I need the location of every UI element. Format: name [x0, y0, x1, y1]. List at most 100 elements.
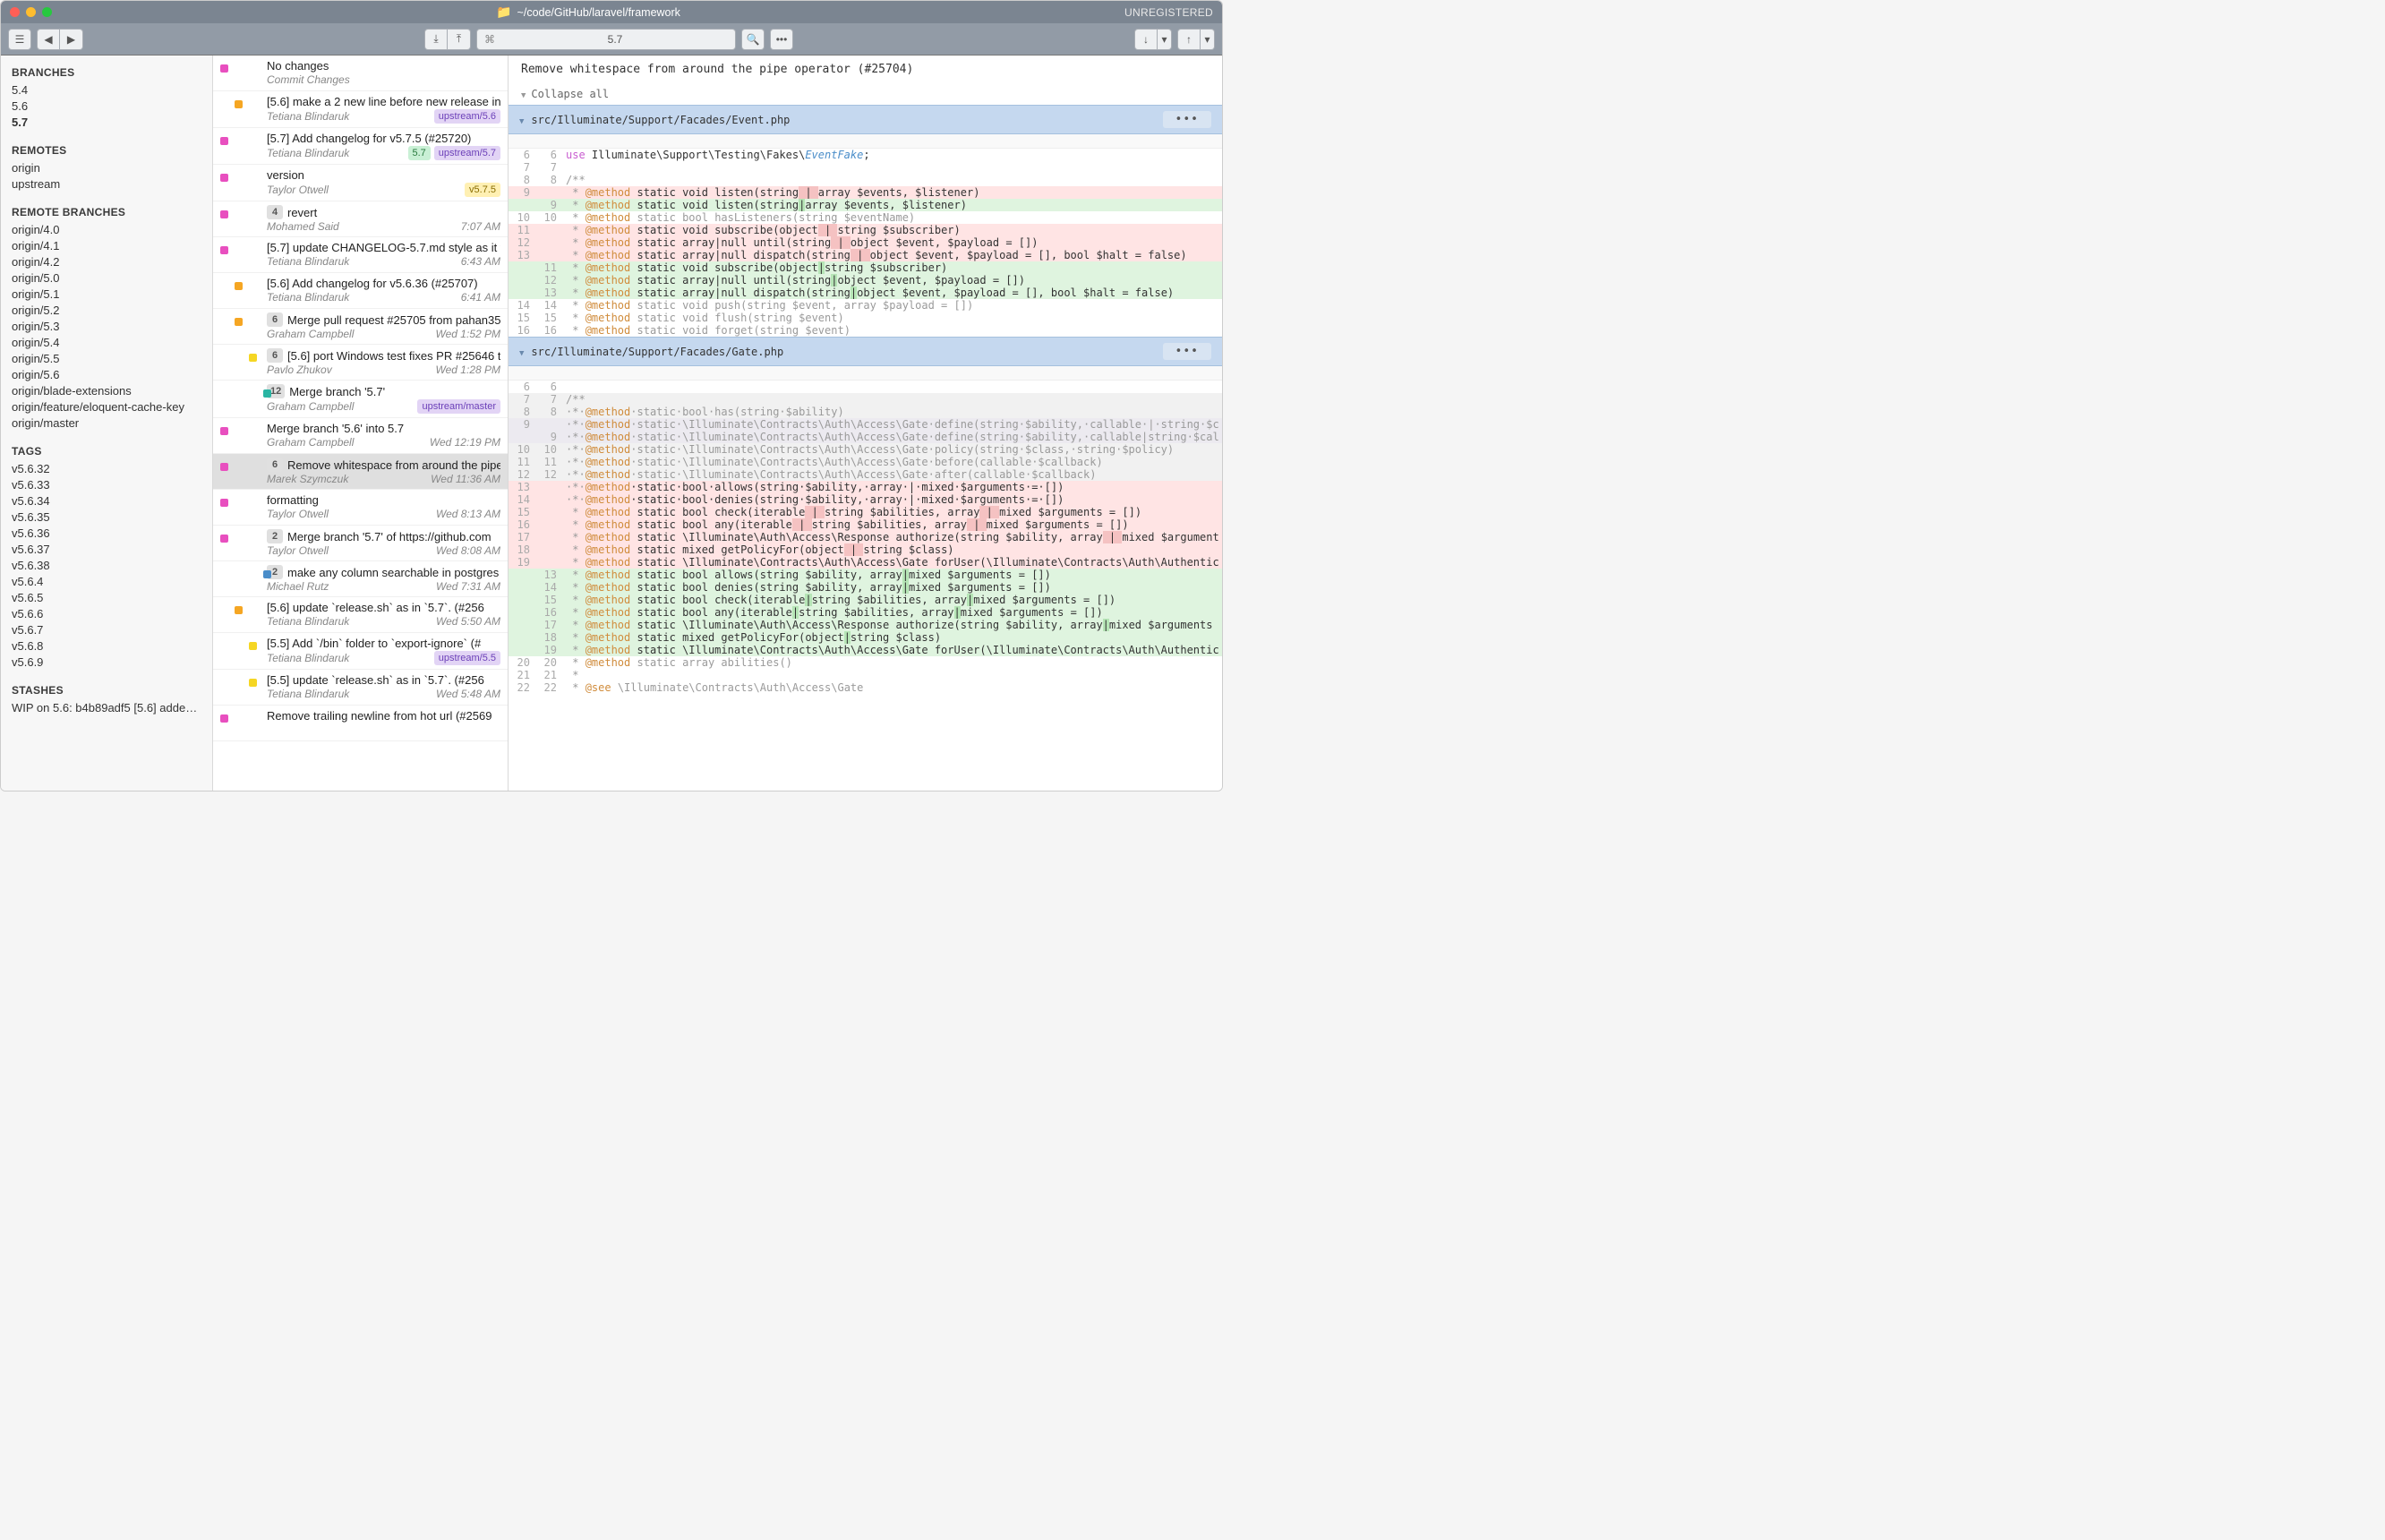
diff-line[interactable]: 13 * @method static bool allows(string $… [509, 569, 1222, 581]
sidebar-item[interactable]: v5.6.8 [1, 637, 212, 654]
diff-line[interactable]: 9 * @method static void listen(string|ar… [509, 199, 1222, 211]
diff-line[interactable]: 13 * @method static array|null dispatch(… [509, 249, 1222, 261]
commit-row[interactable]: [5.6] Add changelog for v5.6.36 (#25707)… [213, 273, 508, 309]
diff-file-header[interactable]: src/Illuminate/Support/Facades/Event.php… [509, 105, 1222, 134]
arrow-down-menu[interactable]: ▾ [1158, 29, 1172, 50]
collapse-all-button[interactable]: Collapse all [509, 83, 1222, 105]
commit-row[interactable]: 6 Merge pull request #25705 from pahan35… [213, 309, 508, 345]
diff-line[interactable]: 9 * @method static void listen(string | … [509, 186, 1222, 199]
sidebar-item[interactable]: v5.6.33 [1, 476, 212, 492]
search-button[interactable]: 🔍 [741, 29, 765, 50]
commit-row[interactable]: [5.7] Add changelog for v5.7.5 (#25720) … [213, 128, 508, 165]
sidebar-item[interactable]: origin/4.0 [1, 221, 212, 237]
diff-line[interactable]: 17 * @method static \Illuminate\Auth\Acc… [509, 531, 1222, 543]
sidebar-item[interactable]: origin/master [1, 415, 212, 431]
sidebar-item[interactable]: 5.7 [1, 114, 212, 130]
commit-row[interactable]: [5.5] Add `/bin` folder to `export-ignor… [213, 633, 508, 670]
commit-row[interactable]: [5.5] update `release.sh` as in `5.7`. (… [213, 670, 508, 706]
sidebar-item[interactable]: origin/blade-extensions [1, 382, 212, 398]
commit-row[interactable]: 6 [5.6] port Windows test fixes PR #2564… [213, 345, 508, 381]
zoom-window-button[interactable] [42, 7, 52, 17]
sidebar-item[interactable]: WIP on 5.6: b4b89adf5 [5.6] added m [1, 699, 212, 715]
diff-file-menu-button[interactable]: ••• [1163, 343, 1211, 360]
commit-row[interactable]: 12 Merge branch '5.7' Graham Campbellups… [213, 381, 508, 418]
diff-line[interactable]: 2222 * @see \Illuminate\Contracts\Auth\A… [509, 681, 1222, 694]
sidebar-item[interactable]: origin/5.2 [1, 302, 212, 318]
commit-row[interactable]: No changes Commit Changes [213, 56, 508, 91]
diff-line[interactable]: 9·*·@method·static·\Illuminate\Contracts… [509, 418, 1222, 431]
commit-row[interactable]: Merge branch '5.6' into 5.7 Graham Campb… [213, 418, 508, 454]
diff-line[interactable]: 14 * @method static bool denies(string $… [509, 581, 1222, 594]
sidebar-item[interactable]: 5.6 [1, 98, 212, 114]
sidebar-item[interactable]: upstream [1, 175, 212, 192]
arrow-up-menu[interactable]: ▾ [1201, 29, 1215, 50]
commit-row[interactable]: [5.7] update CHANGELOG-5.7.md style as i… [213, 237, 508, 273]
diff-pane[interactable]: Remove whitespace from around the pipe o… [509, 56, 1222, 791]
diff-line[interactable]: 13·*·@method·static·bool·allows(string·$… [509, 481, 1222, 493]
sidebar-item[interactable]: v5.6.6 [1, 605, 212, 621]
ref-tag[interactable]: v5.7.5 [465, 183, 500, 197]
ref-tag[interactable]: upstream/master [417, 399, 500, 414]
sidebar-item[interactable]: origin/5.5 [1, 350, 212, 366]
diff-line[interactable]: 1212·*·@method·static·\Illuminate\Contra… [509, 468, 1222, 481]
sidebar-item[interactable]: origin/4.1 [1, 237, 212, 253]
commit-row[interactable]: Remove trailing newline from hot url (#2… [213, 706, 508, 741]
back-button[interactable]: ◀ [37, 29, 60, 50]
diff-file-header[interactable]: src/Illuminate/Support/Facades/Gate.php … [509, 337, 1222, 366]
commit-row[interactable]: 6 Remove whitespace from around the pipe… [213, 454, 508, 490]
diff-line[interactable]: 11 * @method static void subscribe(objec… [509, 261, 1222, 274]
ref-tag[interactable]: upstream/5.7 [434, 146, 500, 160]
sidebar-item[interactable]: v5.6.38 [1, 557, 212, 573]
sidebar-item[interactable]: v5.6.9 [1, 654, 212, 670]
diff-line[interactable]: 19 * @method static \Illuminate\Contract… [509, 644, 1222, 656]
diff-line[interactable]: 1010 * @method static bool hasListeners(… [509, 211, 1222, 224]
diff-line[interactable]: 1111·*·@method·static·\Illuminate\Contra… [509, 456, 1222, 468]
commit-row[interactable]: formatting Taylor OtwellWed 8:13 AM [213, 490, 508, 526]
commit-row[interactable]: 4 revert Mohamed Said7:07 AM [213, 201, 508, 237]
commit-row[interactable]: 2 make any column searchable in postgres… [213, 561, 508, 597]
diff-line[interactable]: 18 * @method static mixed getPolicyFor(o… [509, 631, 1222, 644]
commit-row[interactable]: 2 Merge branch '5.7' of https://github.c… [213, 526, 508, 561]
diff-line[interactable]: 1010·*·@method·static·\Illuminate\Contra… [509, 443, 1222, 456]
sidebar-item[interactable]: origin/5.0 [1, 270, 212, 286]
arrow-up-button[interactable]: ↑ [1177, 29, 1201, 50]
branch-selector[interactable]: ⌘ 5.7 [476, 29, 736, 50]
diff-line[interactable]: 66 [509, 381, 1222, 393]
diff-line[interactable]: 12 * @method static array|null until(str… [509, 236, 1222, 249]
forward-button[interactable]: ▶ [60, 29, 83, 50]
ref-tag[interactable]: upstream/5.5 [434, 651, 500, 665]
diff-line[interactable]: 1515 * @method static void flush(string … [509, 312, 1222, 324]
commit-list[interactable]: No changes Commit Changes [5.6] make a 2… [213, 56, 509, 791]
sidebar-item[interactable]: v5.6.36 [1, 525, 212, 541]
diff-line[interactable]: 15 * @method static bool check(iterable|… [509, 594, 1222, 606]
sidebar-item[interactable]: v5.6.32 [1, 460, 212, 476]
diff-line[interactable]: 18 * @method static mixed getPolicyFor(o… [509, 543, 1222, 556]
sidebar-item[interactable]: origin/5.1 [1, 286, 212, 302]
sidebar-item[interactable]: origin/5.6 [1, 366, 212, 382]
arrow-down-button[interactable]: ↓ [1134, 29, 1158, 50]
sidebar-item[interactable]: origin/5.4 [1, 334, 212, 350]
sidebar-item[interactable]: origin/4.2 [1, 253, 212, 270]
diff-line[interactable]: 13 * @method static array|null dispatch(… [509, 287, 1222, 299]
sidebar-item[interactable]: 5.4 [1, 81, 212, 98]
sidebar[interactable]: BRANCHES5.45.65.7REMOTESoriginupstreamRE… [1, 56, 213, 791]
diff-line[interactable]: 88/** [509, 174, 1222, 186]
sidebar-item[interactable]: origin/feature/eloquent-cache-key [1, 398, 212, 415]
sidebar-item[interactable]: v5.6.35 [1, 509, 212, 525]
diff-line[interactable]: 1616 * @method static void forget(string… [509, 324, 1222, 337]
sidebar-item[interactable]: v5.6.5 [1, 589, 212, 605]
diff-line[interactable]: 77/** [509, 393, 1222, 406]
sidebar-item[interactable]: origin [1, 159, 212, 175]
diff-line[interactable]: 1414 * @method static void push(string $… [509, 299, 1222, 312]
pull-button[interactable]: ⤓ [424, 29, 448, 50]
minimize-window-button[interactable] [26, 7, 36, 17]
diff-line[interactable]: 88·*·@method·static·bool·has(string·$abi… [509, 406, 1222, 418]
commit-row[interactable]: [5.6] update `release.sh` as in `5.7`. (… [213, 597, 508, 633]
sidebar-item[interactable]: v5.6.34 [1, 492, 212, 509]
commit-row[interactable]: [5.6] make a 2 new line before new relea… [213, 91, 508, 128]
sidebar-item[interactable]: v5.6.4 [1, 573, 212, 589]
diff-line[interactable]: 77 [509, 161, 1222, 174]
sidebar-toggle-button[interactable]: ☰ [8, 29, 31, 50]
diff-line[interactable]: 19 * @method static \Illuminate\Contract… [509, 556, 1222, 569]
commit-row[interactable]: version Taylor Otwellv5.7.5 [213, 165, 508, 201]
